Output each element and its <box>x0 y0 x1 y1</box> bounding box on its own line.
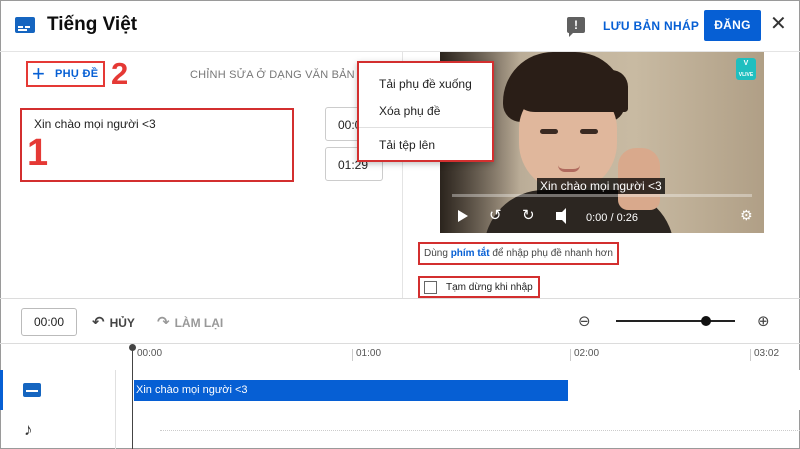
plus-icon: + <box>32 61 45 86</box>
ruler-divider <box>0 343 800 344</box>
zoom-out-icon[interactable]: ⊖ <box>578 312 591 330</box>
subtitle-segment[interactable]: Xin chào mọi người <3 <box>134 380 568 401</box>
pause-while-typing-label: Tạm dừng khi nhập <box>446 282 533 293</box>
forward-icon[interactable]: ↻ <box>522 208 535 224</box>
undo-button[interactable]: ↶ HỦY <box>92 313 135 331</box>
play-icon[interactable] <box>458 210 468 222</box>
subtitle-text: Xin chào mọi người <3 <box>34 117 156 131</box>
edit-as-text-button[interactable]: CHỈNH SỬA Ở DẠNG VĂN BẢN <box>190 69 355 81</box>
shortcut-link[interactable]: phím tắt <box>451 248 490 259</box>
ruler-tick <box>352 349 353 361</box>
current-time-field[interactable]: 00:00 <box>21 308 77 336</box>
ruler-tick <box>750 349 751 361</box>
ruler-label: 03:02 <box>754 348 780 359</box>
menu-item-download-subtitles[interactable]: Tải phụ đề xuống <box>379 77 472 91</box>
rewind-icon[interactable]: ↺ <box>489 208 502 224</box>
video-progress-bar[interactable] <box>452 194 752 197</box>
menu-item-upload-file[interactable]: Tải tệp lên <box>379 138 435 152</box>
section-divider <box>0 298 800 299</box>
video-time: 0:00 / 0:26 <box>586 212 638 224</box>
menu-separator <box>359 127 492 128</box>
music-note-icon: ♪ <box>24 420 33 439</box>
options-menu: Tải phụ đề xuống Xóa phụ đề Tải tệp lên <box>357 61 494 162</box>
ruler-tick <box>570 349 571 361</box>
video-person-eye <box>540 129 558 134</box>
video-person-mouth <box>558 165 580 172</box>
ruler-label: 00:00 <box>137 348 163 359</box>
track-divider <box>115 370 116 449</box>
zoom-in-icon[interactable]: ⊕ <box>757 312 770 330</box>
playhead[interactable] <box>129 344 136 449</box>
pause-while-typing-option[interactable]: Tạm dừng khi nhập <box>418 276 540 298</box>
redo-button[interactable]: ↷ LÀM LẠI <box>157 313 223 331</box>
ruler-label: 02:00 <box>574 348 600 359</box>
pause-while-typing-checkbox[interactable] <box>424 281 437 294</box>
settings-icon[interactable]: ⚙ <box>740 207 753 223</box>
video-person-fringe <box>510 70 628 112</box>
save-draft-button[interactable]: LƯU BẢN NHÁP <box>603 19 699 33</box>
annotation-number-2: 2 <box>111 56 129 91</box>
video-controls: ↺ ↻ 0:00 / 0:26 ⚙ <box>440 202 764 233</box>
video-person-eye <box>580 129 598 134</box>
subtitles-icon <box>15 17 35 33</box>
undo-icon: ↶ <box>92 314 105 331</box>
annotation-number-1: 1 <box>27 132 49 174</box>
publish-button[interactable]: ĐĂNG <box>704 10 761 41</box>
add-subtitle-label: PHỤ ĐỀ <box>55 68 99 80</box>
zoom-slider[interactable] <box>616 316 735 326</box>
header: Tiếng Việt ! LƯU BẢN NHÁP ĐĂNG ✕ <box>0 0 800 52</box>
ruler-label: 01:00 <box>356 348 382 359</box>
feedback-icon[interactable]: ! <box>567 17 585 37</box>
page-title: Tiếng Việt <box>47 14 138 35</box>
redo-icon: ↷ <box>157 314 170 331</box>
subtitle-text-field[interactable]: Xin chào mọi người <3 <box>20 108 294 182</box>
track-selection-indicator <box>0 370 3 410</box>
audio-track-line <box>160 430 800 431</box>
shortcut-tip: Dùng phím tắt để nhập phụ đề nhanh hơn <box>418 242 619 265</box>
volume-icon[interactable] <box>556 208 566 224</box>
subtitles-track-icon <box>23 383 41 397</box>
add-subtitle-button[interactable]: + PHỤ ĐỀ <box>26 61 105 87</box>
channel-logo: V VLIVE <box>736 58 756 80</box>
close-icon[interactable]: ✕ <box>770 14 787 34</box>
video-caption: Xin chào mọi người <3 <box>537 178 665 194</box>
menu-item-delete-subtitles[interactable]: Xóa phụ đề <box>379 104 440 118</box>
